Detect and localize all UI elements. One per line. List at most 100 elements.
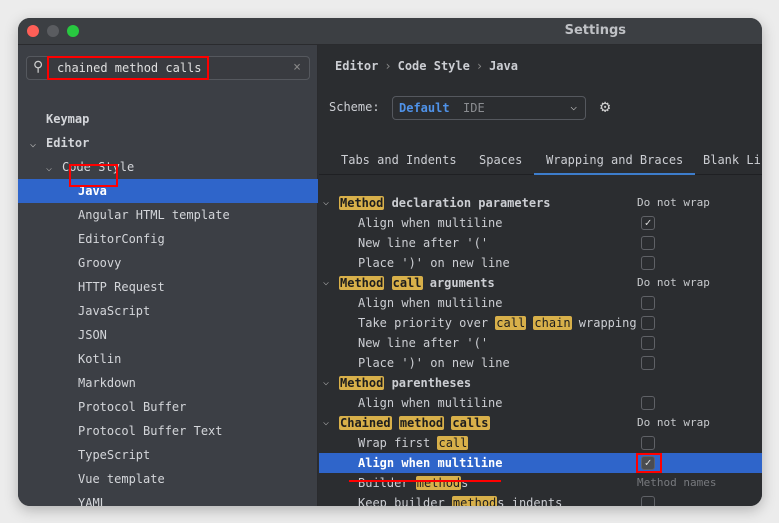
sidebar-item-label: YAML bbox=[78, 496, 107, 506]
sidebar-item-json[interactable]: JSON bbox=[18, 323, 318, 347]
chevron-down-icon[interactable]: ⌵ bbox=[323, 193, 329, 213]
checkbox[interactable] bbox=[641, 316, 655, 330]
label-text bbox=[384, 276, 391, 290]
tab-blank-lines[interactable]: Blank Li bbox=[703, 153, 761, 167]
label-text: s bbox=[461, 476, 469, 490]
checkbox[interactable] bbox=[641, 336, 655, 350]
search-icon[interactable]: ⚲ bbox=[33, 59, 43, 75]
label-text: Align when multiline bbox=[358, 296, 503, 310]
option-group[interactable]: ⌵ Method declaration parameters Do not wra… bbox=[319, 193, 762, 213]
option-row[interactable]: Align when multiline ✓ bbox=[319, 453, 762, 473]
sidebar-item-http-request[interactable]: HTTP Request bbox=[18, 275, 318, 299]
gear-icon[interactable]: ⚙ bbox=[600, 97, 610, 117]
option-value[interactable]: Do not wrap bbox=[637, 193, 710, 213]
sidebar-item-label: EditorConfig bbox=[78, 232, 165, 246]
search-highlight: method bbox=[398, 416, 445, 430]
option-group[interactable]: ⌵ Method call arguments Do not wrap bbox=[319, 273, 762, 293]
search-highlight: method bbox=[415, 476, 462, 490]
chevron-down-icon[interactable]: ⌵ bbox=[323, 373, 329, 393]
search-highlight: calls bbox=[451, 416, 490, 430]
tab-wrapping-and-braces[interactable]: Wrapping and Braces bbox=[534, 153, 696, 175]
option-value[interactable]: Do not wrap bbox=[637, 413, 710, 433]
checkbox[interactable]: ✓ bbox=[641, 216, 655, 230]
checkbox[interactable] bbox=[641, 496, 655, 506]
option-group[interactable]: ⌵ Method parentheses bbox=[319, 373, 762, 393]
label-text: Align when multiline bbox=[358, 216, 503, 230]
option-value[interactable]: Do not wrap bbox=[637, 273, 710, 293]
sidebar-item-label: Groovy bbox=[78, 256, 122, 270]
checkbox[interactable] bbox=[641, 296, 655, 310]
sidebar-item-keymap[interactable]: Keymap bbox=[18, 107, 318, 131]
option-row[interactable]: Builder methods Method names bbox=[319, 473, 762, 493]
clear-icon[interactable]: × bbox=[293, 60, 301, 75]
label-text: New line after '(' bbox=[358, 336, 489, 350]
option-label: Align when multiline bbox=[358, 213, 503, 233]
label-text: Place ')' on new line bbox=[358, 256, 510, 270]
label-text: Keep builder bbox=[358, 496, 452, 506]
search-highlight: Chained bbox=[339, 416, 392, 430]
option-group[interactable]: ⌵ Chained method calls Do not wrap bbox=[319, 413, 762, 433]
chevron-down-icon[interactable]: ⌵ bbox=[46, 157, 62, 181]
search-highlight: call bbox=[495, 316, 527, 330]
chevron-down-icon[interactable]: ⌵ bbox=[323, 273, 329, 293]
option-label: Wrap first call bbox=[358, 433, 469, 453]
option-row[interactable]: Take priority over call chain wrapping bbox=[319, 313, 762, 333]
sidebar-item-protocol-buffer-text[interactable]: Protocol Buffer Text bbox=[18, 419, 318, 443]
chevron-down-icon[interactable]: ⌵ bbox=[30, 133, 46, 157]
scheme-dropdown[interactable]: Default IDE ⌵ bbox=[392, 96, 586, 120]
label-text: s indents bbox=[497, 496, 563, 506]
sidebar-item-code-style[interactable]: ⌵ Code Style bbox=[18, 155, 318, 179]
sidebar-item-label: Protocol Buffer bbox=[78, 400, 187, 414]
tab-spaces[interactable]: Spaces bbox=[479, 153, 522, 167]
scheme-label: Scheme: bbox=[329, 100, 380, 114]
option-row[interactable]: Place ')' on new line bbox=[319, 353, 762, 373]
sidebar-item-label: Protocol Buffer Text bbox=[78, 424, 223, 438]
option-row[interactable]: Align when multiline bbox=[319, 293, 762, 313]
checkbox[interactable] bbox=[641, 396, 655, 410]
option-label: Take priority over call chain wrapping bbox=[358, 313, 637, 333]
sidebar-item-protocol-buffer[interactable]: Protocol Buffer bbox=[18, 395, 318, 419]
sidebar-item-javascript[interactable]: JavaScript bbox=[18, 299, 318, 323]
sidebar-item-markdown[interactable]: Markdown bbox=[18, 371, 318, 395]
search-highlight: method bbox=[451, 496, 498, 506]
option-row[interactable]: Keep builder methods indents bbox=[319, 493, 762, 506]
scheme-value: Default bbox=[399, 101, 450, 115]
checkbox[interactable] bbox=[641, 256, 655, 270]
sidebar-item-label: Vue template bbox=[78, 472, 165, 486]
sidebar-item-editorconfig[interactable]: EditorConfig bbox=[18, 227, 318, 251]
option-label: Method parentheses bbox=[339, 373, 471, 393]
sidebar-item-java[interactable]: Java bbox=[18, 179, 318, 203]
search-highlight: Method bbox=[339, 196, 385, 210]
breadcrumb-item[interactable]: Code Style bbox=[398, 59, 470, 73]
annotation-underline bbox=[349, 480, 501, 482]
sidebar-item-yaml[interactable]: YAML bbox=[18, 491, 318, 506]
option-row[interactable]: Place ')' on new line bbox=[319, 253, 762, 273]
sidebar-item-angular-html-template[interactable]: Angular HTML template bbox=[18, 203, 318, 227]
option-row[interactable]: New line after '(' bbox=[319, 233, 762, 253]
option-row[interactable]: New line after '(' bbox=[319, 333, 762, 353]
search-highlight: chain bbox=[533, 316, 572, 330]
option-label: Method call arguments bbox=[339, 273, 495, 293]
tab-tabs-and-indents[interactable]: Tabs and Indents bbox=[341, 153, 457, 167]
breadcrumb-item[interactable]: Editor bbox=[335, 59, 378, 73]
option-row[interactable]: Align when multiline ✓ bbox=[319, 213, 762, 233]
sidebar-item-editor[interactable]: ⌵ Editor bbox=[18, 131, 318, 155]
window-title: Settings bbox=[564, 23, 626, 38]
checkbox[interactable] bbox=[641, 436, 655, 450]
sidebar-item-typescript[interactable]: TypeScript bbox=[18, 443, 318, 467]
annotation-box bbox=[69, 164, 118, 187]
label-text bbox=[392, 416, 399, 430]
sidebar-item-kotlin[interactable]: Kotlin bbox=[18, 347, 318, 371]
option-row[interactable]: Wrap first call bbox=[319, 433, 762, 453]
sidebar-item-groovy[interactable]: Groovy bbox=[18, 251, 318, 275]
search-highlight: Method bbox=[339, 276, 385, 290]
chevron-down-icon[interactable]: ⌵ bbox=[323, 413, 329, 433]
label-text: wrapping bbox=[571, 316, 637, 330]
sidebar-item-vue-template[interactable]: Vue template bbox=[18, 467, 318, 491]
checkbox[interactable] bbox=[641, 236, 655, 250]
option-value[interactable]: Method names bbox=[637, 473, 716, 493]
checkbox[interactable] bbox=[641, 356, 655, 370]
tab-bar: Tabs and Indents Spaces Wrapping and Bra… bbox=[319, 151, 762, 175]
option-row[interactable]: Align when multiline bbox=[319, 393, 762, 413]
label-text: parentheses bbox=[384, 376, 472, 390]
